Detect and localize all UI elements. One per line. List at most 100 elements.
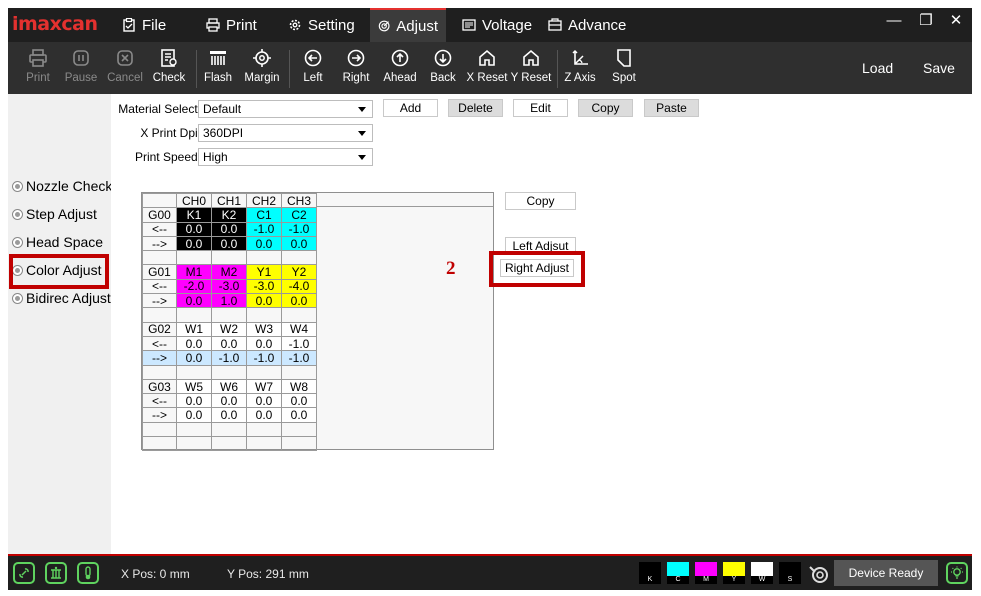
group-name[interactable]: G00 [142,207,177,223]
empty-cell[interactable] [246,250,282,266]
nav-bidirec-adjust[interactable]: Bidirec Adjust [12,287,122,309]
delete-button[interactable]: Delete [448,99,503,117]
left-offset-cell[interactable]: -4.0 [281,278,317,295]
empty-cell[interactable] [176,250,212,266]
left-direction-label[interactable]: <-- [142,221,177,237]
right-direction-label[interactable]: --> [142,293,177,309]
channel-name-cell[interactable]: C2 [281,207,317,223]
group-channel-row[interactable]: G03 W5 W6 W7 W8 [142,378,317,395]
nav-step-adjust[interactable]: Step Adjust [12,203,122,225]
right-direction-label[interactable]: --> [142,235,177,252]
channel-name-cell[interactable]: W6 [211,378,247,395]
paste-button[interactable]: Paste [644,99,699,117]
left-offset-cell[interactable]: 0.0 [176,221,212,237]
group-name[interactable]: G03 [142,378,177,395]
restore-button[interactable]: ❐ [914,12,938,32]
left-offset-cell[interactable]: 0.0 [211,335,247,352]
edit-button[interactable]: Edit [513,99,568,117]
empty-cell[interactable] [211,307,247,323]
grid-empty-row[interactable] [142,436,317,452]
channel-name-cell[interactable]: C1 [246,207,282,223]
right-offset-cell[interactable]: 0.0 [211,407,247,423]
empty-cell[interactable] [281,307,317,323]
empty-cell[interactable] [142,364,177,380]
group-spacer-row[interactable] [142,250,317,266]
ahead-button[interactable]: Ahead [376,46,424,92]
empty-cell[interactable] [142,421,177,438]
channel-name-cell[interactable]: W8 [281,378,317,395]
group-channel-row[interactable]: G02 W1 W2 W3 W4 [142,321,317,337]
right-offset-cell[interactable]: -1.0 [246,350,282,366]
right-button[interactable]: Right [332,46,380,92]
pause-button[interactable]: Pause [57,46,105,92]
empty-cell[interactable] [281,364,317,380]
left-offset-cell[interactable]: -1.0 [281,335,317,352]
left-offset-cell[interactable]: 0.0 [246,335,282,352]
grid-header-row[interactable]: CH0 CH1 CH2 CH3 [142,192,317,209]
right-offset-row[interactable]: --> 0.0 1.0 0.0 0.0 [142,293,317,309]
spot-button[interactable]: Spot [600,46,648,92]
temperature-status-icon[interactable] [77,562,99,584]
light-status-icon[interactable] [946,562,968,584]
load-button[interactable]: Load [862,60,893,76]
add-button[interactable]: Add [383,99,438,117]
empty-cell[interactable] [211,436,247,452]
menu-setting[interactable]: Setting [280,8,363,42]
cancel-button[interactable]: Cancel [101,46,149,92]
left-offset-row[interactable]: <-- 0.0 0.0 -1.0 -1.0 [142,221,317,237]
left-direction-label[interactable]: <-- [142,278,177,295]
right-offset-row[interactable]: --> 0.0 -1.0 -1.0 -1.0 [142,350,317,366]
column-header[interactable] [142,192,177,209]
empty-cell[interactable] [281,436,317,452]
channel-name-cell[interactable]: W1 [176,321,212,337]
menu-voltage[interactable]: Voltage [454,8,540,42]
empty-cell[interactable] [211,250,247,266]
heater-status-icon[interactable] [45,562,67,584]
group-channel-row[interactable]: G01 M1 M2 Y1 Y2 [142,264,317,280]
z-axis-button[interactable]: Z Axis [556,46,604,92]
right-offset-row[interactable]: --> 0.0 0.0 0.0 0.0 [142,407,317,423]
right-offset-cell[interactable]: -1.0 [281,350,317,366]
empty-cell[interactable] [281,421,317,438]
check-button[interactable]: Check [145,46,193,92]
empty-cell[interactable] [142,436,177,452]
right-offset-cell[interactable]: 0.0 [281,407,317,423]
copy-offset-button[interactable]: Copy [505,192,576,210]
group-spacer-row[interactable] [142,364,317,380]
x-print-dpi-select[interactable]: 360DPI [198,124,373,142]
empty-cell[interactable] [176,307,212,323]
left-direction-label[interactable]: <-- [142,335,177,352]
channel-name-cell[interactable]: W4 [281,321,317,337]
save-button[interactable]: Save [923,60,955,76]
column-header[interactable]: CH2 [246,192,282,209]
group-channel-row[interactable]: G00 K1 K2 C1 C2 [142,207,317,223]
flash-button[interactable]: Flash [194,46,242,92]
empty-cell[interactable] [176,364,212,380]
empty-cell[interactable] [211,364,247,380]
back-button[interactable]: Back [419,46,467,92]
left-offset-cell[interactable]: 0.0 [176,335,212,352]
left-offset-cell[interactable]: 0.0 [211,393,247,409]
column-header[interactable]: CH0 [176,192,212,209]
channel-name-cell[interactable]: W5 [176,378,212,395]
channel-name-cell[interactable]: W2 [211,321,247,337]
left-offset-cell[interactable]: 0.0 [246,393,282,409]
right-offset-cell[interactable]: 0.0 [211,235,247,252]
channel-name-cell[interactable]: K1 [176,207,212,223]
menu-print[interactable]: Print [198,8,265,42]
left-offset-cell[interactable]: 0.0 [211,221,247,237]
column-header[interactable]: CH3 [281,192,317,209]
left-offset-cell[interactable]: -3.0 [246,278,282,295]
empty-cell[interactable] [142,307,177,323]
right-offset-cell[interactable]: 1.0 [211,293,247,309]
empty-cell[interactable] [176,421,212,438]
left-offset-cell[interactable]: -1.0 [246,221,282,237]
left-offset-cell[interactable]: 0.0 [281,393,317,409]
channel-name-cell[interactable]: W3 [246,321,282,337]
right-offset-cell[interactable]: 0.0 [281,293,317,309]
left-offset-cell[interactable]: -2.0 [176,278,212,295]
channel-name-cell[interactable]: M1 [176,264,212,280]
right-direction-label[interactable]: --> [142,350,177,366]
right-offset-cell[interactable]: 0.0 [176,350,212,366]
left-offset-cell[interactable]: -1.0 [281,221,317,237]
